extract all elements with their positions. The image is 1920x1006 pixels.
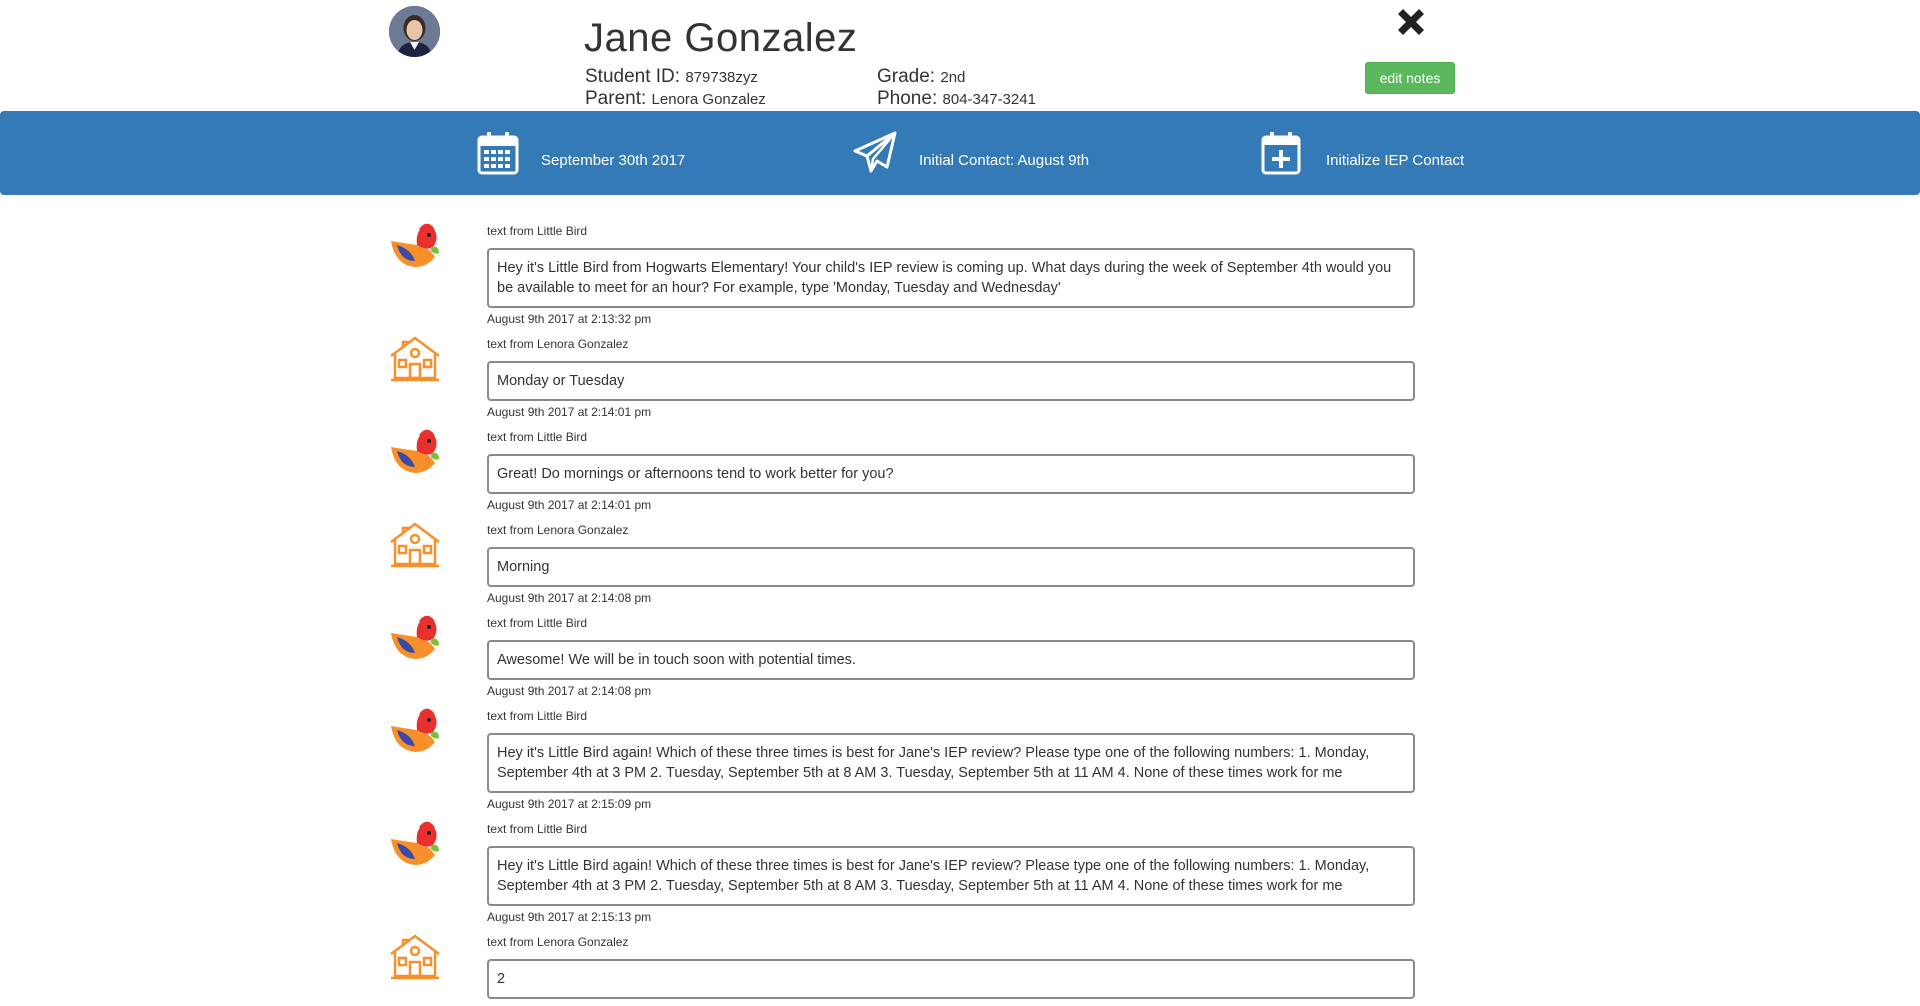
message-timestamp: August 9th 2017 at 2:14:01 pm bbox=[487, 498, 652, 512]
message-timestamp: August 9th 2017 at 2:14:08 pm bbox=[487, 684, 652, 698]
message-timestamp: August 9th 2017 at 2:13:32 pm bbox=[487, 312, 652, 326]
message-timestamp: August 9th 2017 at 2:14:08 pm bbox=[487, 591, 652, 605]
student-avatar bbox=[389, 6, 440, 57]
message-sender: text from Little Bird bbox=[487, 822, 588, 836]
phone-row: Phone: 804-347-3241 bbox=[877, 88, 1036, 110]
message-text-box: Hey it's Little Bird again! Which of the… bbox=[487, 733, 1415, 793]
message-text-box: 2 bbox=[487, 959, 1415, 999]
message-timestamp: August 9th 2017 at 2:14:01 pm bbox=[487, 405, 652, 419]
student-photo bbox=[389, 6, 440, 57]
grade-row: Grade: 2nd bbox=[877, 66, 965, 88]
school-house-icon bbox=[389, 934, 441, 986]
message-sender: text from Lenora Gonzalez bbox=[487, 337, 629, 351]
bird-icon bbox=[389, 706, 441, 758]
message-text-box: Great! Do mornings or afternoons tend to… bbox=[487, 454, 1415, 494]
calendar-plus-icon bbox=[1261, 131, 1301, 175]
close-icon[interactable] bbox=[1393, 4, 1429, 40]
banner-item-initial-contact[interactable]: Initial Contact: August 9th bbox=[853, 111, 1089, 195]
grade-label: Grade: bbox=[877, 66, 936, 87]
message-text-box: Morning bbox=[487, 547, 1415, 587]
message-timestamp: August 9th 2017 at 2:15:09 pm bbox=[487, 797, 652, 811]
bird-icon bbox=[389, 427, 441, 479]
banner-initial-contact-label: Initial Contact: August 9th bbox=[919, 151, 1090, 169]
school-house-icon bbox=[389, 336, 441, 388]
bird-icon bbox=[389, 613, 441, 665]
student-id-row: Student ID: 879738zyz bbox=[585, 66, 758, 88]
grade-value: 2nd bbox=[940, 69, 966, 86]
message-sender: text from Lenora Gonzalez bbox=[487, 523, 629, 537]
banner-initialize-iep-label: Initialize IEP Contact bbox=[1326, 151, 1465, 169]
message-sender: text from Little Bird bbox=[487, 430, 588, 444]
student-id-label: Student ID: bbox=[585, 66, 681, 87]
banner-date-label: September 30th 2017 bbox=[541, 151, 686, 169]
phone-value: 804-347-3241 bbox=[942, 91, 1036, 108]
parent-value: Lenora Gonzalez bbox=[651, 91, 766, 108]
banner-item-initialize-iep[interactable]: Initialize IEP Contact bbox=[1261, 111, 1464, 195]
calendar-icon bbox=[477, 131, 519, 175]
contact-banner: September 30th 2017 Initial Contact: Aug… bbox=[0, 111, 1920, 195]
message-timestamp: August 9th 2017 at 2:15:13 pm bbox=[487, 910, 652, 924]
message-sender: text from Little Bird bbox=[487, 616, 588, 630]
parent-row: Parent: Lenora Gonzalez bbox=[585, 88, 766, 110]
student-name: Jane Gonzalez bbox=[584, 16, 858, 60]
phone-label: Phone: bbox=[877, 88, 938, 109]
message-text-box: Monday or Tuesday bbox=[487, 361, 1415, 401]
parent-label: Parent: bbox=[585, 88, 647, 109]
message-text-box: Hey it's Little Bird from Hogwarts Eleme… bbox=[487, 248, 1415, 308]
message-sender: text from Lenora Gonzalez bbox=[487, 935, 629, 949]
edit-notes-button[interactable]: edit notes bbox=[1365, 62, 1455, 94]
message-text-box: Awesome! We will be in touch soon with p… bbox=[487, 640, 1415, 680]
banner-item-date[interactable]: September 30th 2017 bbox=[477, 111, 685, 195]
message-text-box: Hey it's Little Bird again! Which of the… bbox=[487, 846, 1415, 906]
paper-plane-icon bbox=[853, 131, 897, 175]
message-sender: text from Little Bird bbox=[487, 224, 588, 238]
message-sender: text from Little Bird bbox=[487, 709, 588, 723]
student-id-value: 879738zyz bbox=[685, 69, 758, 86]
bird-icon bbox=[389, 819, 441, 871]
bird-icon bbox=[389, 221, 441, 273]
school-house-icon bbox=[389, 522, 441, 574]
